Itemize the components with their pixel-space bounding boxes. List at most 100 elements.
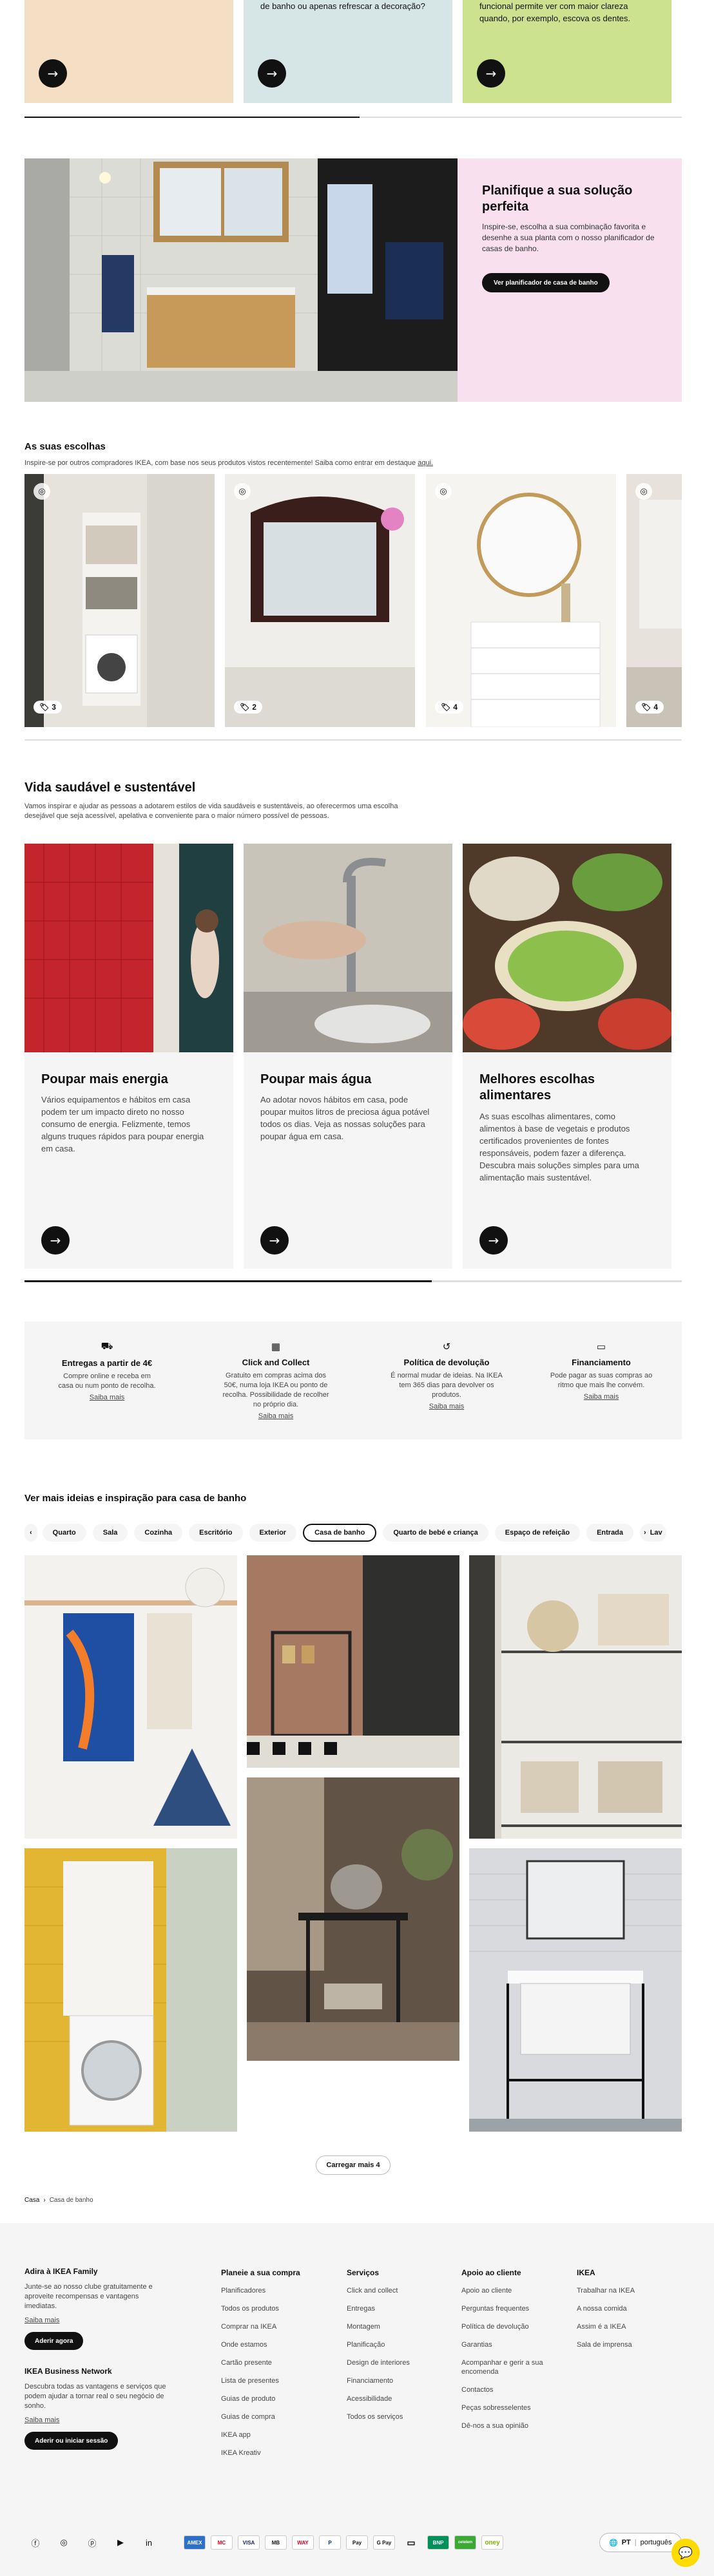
footer-link[interactable]: Todos os produtos — [221, 2304, 318, 2313]
bnp-icon: BNP — [427, 2535, 449, 2550]
healthy-card-water[interactable]: Poupar mais água Ao adotar novos hábitos… — [244, 844, 452, 1269]
service-link[interactable]: Saiba mais — [376, 1403, 517, 1410]
footer-link[interactable]: Planificação — [347, 2340, 443, 2349]
footer-link[interactable]: Design de interiores — [347, 2358, 443, 2367]
footer-link[interactable]: Lista de presentes — [221, 2376, 318, 2385]
pinterest-icon[interactable]: ⓟ — [85, 2535, 99, 2550]
ugc-photo-1[interactable]: ◎ 🏷 3 — [24, 474, 215, 727]
footer-link[interactable]: Trabalhar na IKEA — [577, 2286, 673, 2295]
top-card-1[interactable]: → — [24, 0, 233, 103]
business-join-button[interactable]: Aderir ou iniciar sessão — [24, 2432, 119, 2450]
service-link[interactable]: Saiba mais — [36, 1394, 178, 1401]
footer-link[interactable]: Cartão presente — [221, 2358, 318, 2367]
product-tag[interactable]: 🏷 4 — [635, 701, 664, 714]
footer-link[interactable]: Guias de compra — [221, 2412, 318, 2421]
pill-exterior[interactable]: Exterior — [249, 1524, 297, 1542]
pill-entrada[interactable]: Entrada — [586, 1524, 634, 1542]
family-link[interactable]: Saiba mais — [24, 2316, 173, 2324]
footer-link[interactable]: Onde estamos — [221, 2340, 318, 2349]
footer-link[interactable]: Peças sobresselentes — [461, 2403, 558, 2412]
business-link[interactable]: Saiba mais — [24, 2416, 173, 2424]
product-tag[interactable]: 🏷 3 — [34, 701, 62, 714]
footer-link[interactable]: Perguntas frequentes — [461, 2304, 558, 2313]
carousel-scrollbar[interactable] — [24, 117, 682, 118]
arrow-button[interactable]: → — [39, 59, 67, 88]
footer-link[interactable]: Financiamento — [347, 2376, 443, 2385]
load-more-button[interactable]: Carregar mais 4 — [316, 2155, 391, 2175]
footer-link[interactable]: Apoio ao cliente — [461, 2286, 558, 2295]
pill-quarto-bebe[interactable]: Quarto de bebé e criança — [383, 1524, 488, 1542]
language-selector[interactable]: 🌐 PT | português — [599, 2533, 682, 2552]
healthy-text: Vamos inspirar e ajudar as pessoas a ado… — [24, 802, 398, 820]
footer-link[interactable]: Comprar na IKEA — [221, 2322, 318, 2331]
top-card-2[interactable]: de banho ou apenas refrescar a decoração… — [244, 0, 452, 103]
pill-sala[interactable]: Sala — [92, 1524, 128, 1542]
top-card-3[interactable]: funcional permite ver com maior clareza … — [463, 0, 671, 103]
pill-quarto[interactable]: Quarto — [42, 1524, 86, 1542]
paypal-icon: P — [319, 2535, 341, 2550]
chat-button[interactable]: 💬 — [671, 2539, 700, 2567]
pill-casa-de-banho[interactable]: Casa de banho — [303, 1524, 377, 1542]
pill-lavandaria[interactable]: › Lav — [640, 1524, 666, 1542]
arrow-button[interactable]: → — [477, 59, 505, 88]
pill-next-arrow: › — [644, 1529, 646, 1537]
footer-link[interactable]: Montagem — [347, 2322, 443, 2331]
footer-link[interactable]: Planificadores — [221, 2286, 318, 2295]
footer-col-plan: Planeie a sua compra Planificadores Todo… — [221, 2268, 318, 2467]
choices-link[interactable]: aqui. — [418, 459, 433, 467]
language-separator: | — [634, 2539, 637, 2546]
product-tag[interactable]: 🏷 2 — [234, 701, 262, 714]
family-join-button[interactable]: Aderir agora — [24, 2332, 84, 2350]
idea-photo-washer[interactable] — [24, 1848, 237, 2132]
pill-escritorio[interactable]: Escritório — [189, 1524, 243, 1542]
business-title: IKEA Business Network — [24, 2367, 112, 2376]
ugc-photo-2[interactable]: ◎ 🏷 2 — [225, 474, 415, 727]
tag-count: 3 — [52, 703, 56, 712]
footer-link[interactable]: IKEA app — [221, 2430, 318, 2439]
healthy-scrollbar[interactable] — [24, 1280, 682, 1282]
service-link[interactable]: Saiba mais — [530, 1393, 672, 1401]
choices-scrollbar[interactable] — [24, 739, 682, 741]
facebook-icon[interactable]: ⓕ — [28, 2535, 43, 2550]
ugc-photo-4[interactable]: ◎ 🏷 4 — [626, 474, 682, 727]
breadcrumb-home[interactable]: Casa — [24, 2197, 39, 2204]
idea-photo-towels[interactable] — [24, 1555, 237, 1839]
footer-link[interactable]: Garantias — [461, 2340, 558, 2349]
footer-link[interactable]: Acompanhar e gerir a sua encomenda — [461, 2358, 558, 2376]
ugc-photo-3[interactable]: ◎ 🏷 4 — [426, 474, 616, 727]
footer-link[interactable]: Acessibilidade — [347, 2394, 443, 2403]
instagram-icon[interactable]: ◎ — [57, 2535, 71, 2550]
footer-link[interactable]: Todos os serviços — [347, 2412, 443, 2421]
idea-photo-trolley[interactable] — [247, 1555, 459, 1768]
healthy-card-energy[interactable]: Poupar mais energia Vários equipamentos … — [24, 844, 233, 1269]
idea-photo-stool[interactable] — [247, 1777, 459, 2061]
service-text: Gratuito em compras acima dos 50€, numa … — [222, 1372, 329, 1408]
idea-photo-shelves[interactable] — [469, 1555, 682, 1839]
footer-link[interactable]: Dê-nos a sua opinião — [461, 2421, 558, 2430]
footer-link[interactable]: Click and collect — [347, 2286, 443, 2295]
footer-link[interactable]: Política de devolução — [461, 2322, 558, 2331]
footer-link[interactable]: Assim é a IKEA — [577, 2322, 673, 2331]
service-link[interactable]: Saiba mais — [205, 1412, 347, 1420]
footer-link[interactable]: A nossa comida — [577, 2304, 673, 2313]
pill-prev-button[interactable]: ‹ — [24, 1524, 37, 1542]
arrow-button[interactable]: → — [479, 1226, 508, 1255]
instagram-icon: ◎ — [34, 483, 50, 500]
linkedin-icon[interactable]: in — [142, 2535, 156, 2550]
pill-espaco-refeicao[interactable]: Espaço de refeição — [494, 1524, 581, 1542]
product-tag[interactable]: 🏷 4 — [435, 701, 463, 714]
arrow-button[interactable]: → — [258, 59, 286, 88]
footer-link[interactable]: Entregas — [347, 2304, 443, 2313]
pill-cozinha[interactable]: Cozinha — [134, 1524, 183, 1542]
arrow-button[interactable]: → — [260, 1226, 289, 1255]
footer-link[interactable]: Guias de produto — [221, 2394, 318, 2403]
idea-photo-cabinet[interactable] — [469, 1848, 682, 2132]
planner-button[interactable]: Ver planificador de casa de banho — [482, 273, 610, 292]
truck-icon: ⛟ — [101, 1341, 113, 1352]
youtube-icon[interactable]: ▶ — [113, 2535, 128, 2550]
healthy-card-food[interactable]: Melhores escolhas alimentares As suas es… — [463, 844, 671, 1269]
footer-link[interactable]: Contactos — [461, 2385, 558, 2394]
footer-link[interactable]: Sala de imprensa — [577, 2340, 673, 2349]
footer-link[interactable]: IKEA Kreativ — [221, 2448, 318, 2458]
arrow-button[interactable]: → — [41, 1226, 70, 1255]
